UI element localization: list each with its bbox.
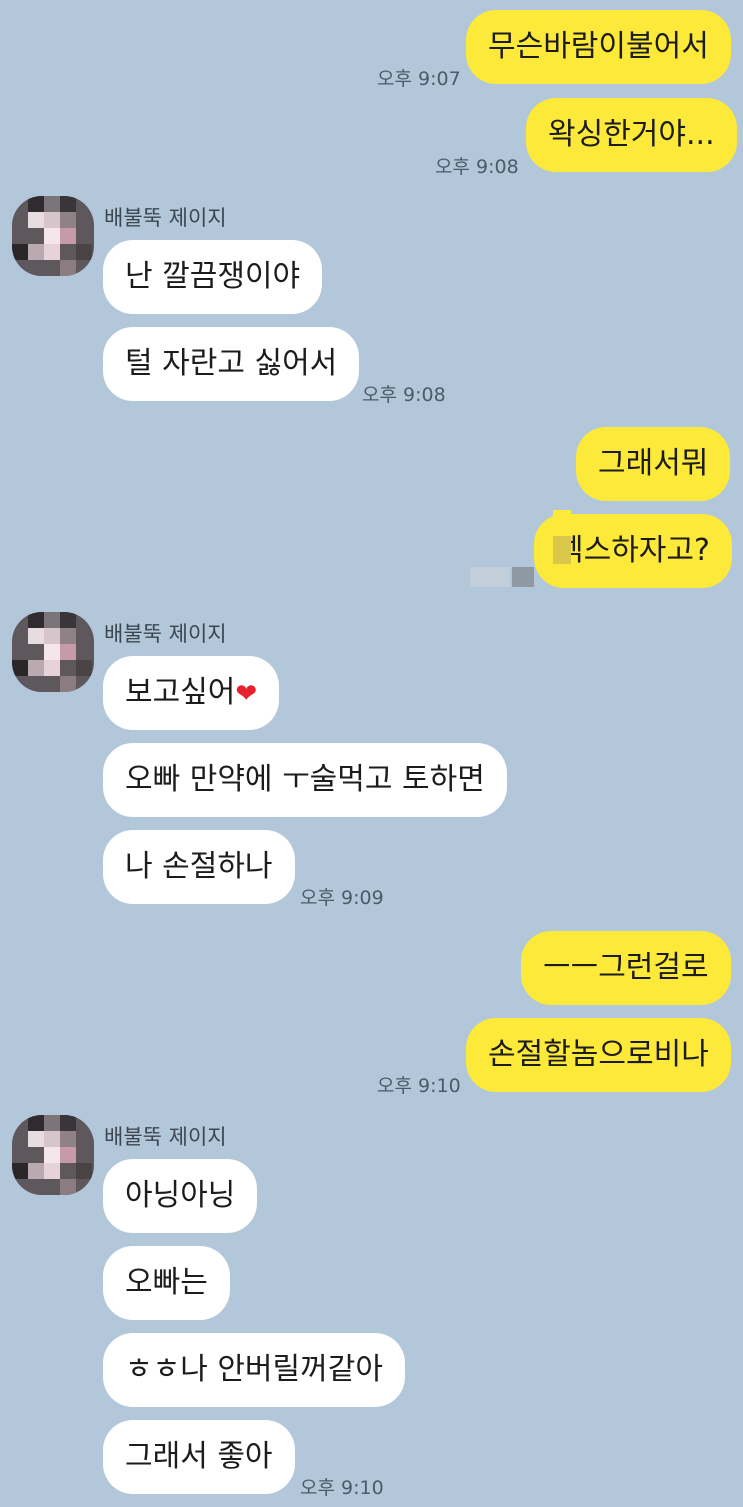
incoming-message-bubble[interactable]: 그래서 좋아 xyxy=(103,1420,295,1494)
message-text: ㅎㅎ나 안버릴꺼같아 xyxy=(125,1352,383,1387)
message-text: 보고싶어 xyxy=(125,675,236,710)
message-text: 오빠는 xyxy=(125,1265,208,1300)
incoming-message-bubble[interactable]: 난 깔끔쟁이야 xyxy=(103,240,323,314)
message-text: 그래서 좋아 xyxy=(125,1439,273,1474)
message-timestamp: 오후 9:10 xyxy=(377,1075,461,1097)
censor-blur xyxy=(553,510,571,530)
incoming-message-bubble[interactable]: 보고싶어❤ xyxy=(103,656,280,730)
message-text: 그래서뭐 xyxy=(598,446,709,481)
message-text: 무슨바람이불어서 xyxy=(488,29,709,64)
incoming-message-bubble[interactable]: 털 자란고 싫어서 xyxy=(103,327,360,401)
outgoing-message-bubble[interactable]: 그래서뭐 xyxy=(576,427,731,501)
profile-avatar[interactable] xyxy=(12,196,94,276)
message-text: 나 손절하나 xyxy=(125,849,273,884)
outgoing-message-bubble[interactable]: 왁싱한거야... xyxy=(526,98,737,172)
message-text: ㅡㅡ그런걸로 xyxy=(543,950,709,985)
censor-blur xyxy=(512,567,534,587)
incoming-message-bubble[interactable]: 오빠 만약에 ㅜ술먹고 토하면 xyxy=(103,743,507,817)
outgoing-message-bubble[interactable]: ㅡㅡ그런걸로 xyxy=(521,931,731,1005)
message-text: 아닝아닝 xyxy=(125,1178,236,1213)
message-text: 난 깔끔쟁이야 xyxy=(125,259,301,294)
incoming-message-bubble[interactable]: 오빠는 xyxy=(103,1246,230,1320)
censor-blur xyxy=(470,567,510,587)
sender-name: 배불뚝 제이지 xyxy=(104,622,227,646)
profile-avatar[interactable] xyxy=(12,1115,94,1195)
profile-avatar[interactable] xyxy=(12,612,94,692)
message-timestamp: 오후 9:07 xyxy=(377,68,461,90)
message-text: 오빠 만약에 ㅜ술먹고 토하면 xyxy=(125,762,485,797)
message-timestamp: 오후 9:10 xyxy=(300,1477,384,1499)
heart-emoji: ❤ xyxy=(235,679,258,709)
sender-name: 배불뚝 제이지 xyxy=(104,1125,227,1149)
incoming-message-bubble[interactable]: 아닝아닝 xyxy=(103,1159,258,1233)
message-text: 손절할놈으로비나 xyxy=(488,1037,709,1072)
message-text: 섹스하자고? xyxy=(556,533,710,568)
message-text: 왁싱한거야... xyxy=(548,117,715,152)
message-timestamp: 오후 9:08 xyxy=(362,384,446,406)
outgoing-message-bubble[interactable]: 무슨바람이불어서 xyxy=(466,10,731,84)
message-text: 털 자란고 싫어서 xyxy=(125,346,338,381)
outgoing-message-bubble[interactable]: 손절할놈으로비나 xyxy=(466,1018,731,1092)
incoming-message-bubble[interactable]: ㅎㅎ나 안버릴꺼같아 xyxy=(103,1333,405,1407)
incoming-message-bubble[interactable]: 나 손절하나 xyxy=(103,830,295,904)
message-timestamp: 오후 9:08 xyxy=(435,156,519,178)
message-timestamp: 오후 9:09 xyxy=(300,887,384,909)
sender-name: 배불뚝 제이지 xyxy=(104,206,227,230)
censor-blur xyxy=(553,536,571,564)
